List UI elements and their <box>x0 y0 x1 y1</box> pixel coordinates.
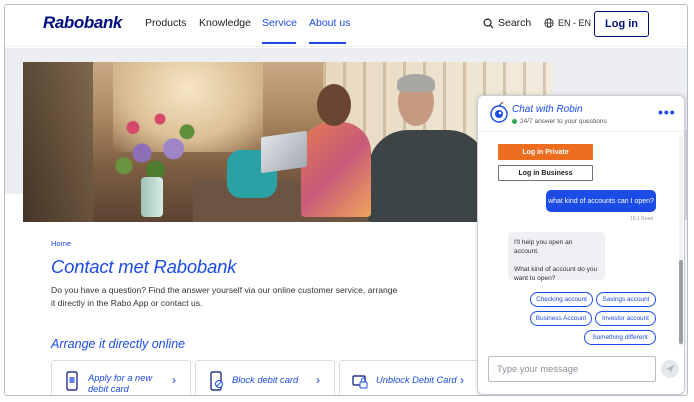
chat-status: 24/7 answer to your questions <box>512 118 607 125</box>
card-unlock-icon <box>352 375 368 389</box>
chat-status-text: 24/7 answer to your questions <box>520 118 607 125</box>
section-title: Arrange it directly online <box>51 337 186 351</box>
login-button[interactable]: Log in <box>594 11 649 37</box>
nav-service-underline <box>262 42 296 44</box>
globe-icon <box>544 18 554 28</box>
chat-title: Chat with Robin <box>512 104 583 115</box>
send-icon <box>666 365 674 373</box>
nav-knowledge[interactable]: Knowledge <box>199 17 251 29</box>
card-unblock-label: Unblock Debit Card <box>376 375 457 385</box>
nav-about-us[interactable]: About us <box>309 17 350 29</box>
card-block-label: Block debit card <box>232 375 299 385</box>
nav-service[interactable]: Service <box>262 17 297 29</box>
page-intro: Do you have a question? Find the answer … <box>51 285 398 308</box>
search-label: Search <box>498 17 532 29</box>
nav-about-underline <box>309 42 346 44</box>
language-label: EN - EN <box>558 18 592 28</box>
chevron-right-icon: › <box>460 373 464 387</box>
language-selector[interactable]: EN - EN <box>544 18 591 28</box>
option-business-account[interactable]: Business Account <box>530 311 592 326</box>
chevron-right-icon: › <box>172 373 176 387</box>
bot-message-line: I'll help you open an account. <box>514 239 573 255</box>
option-savings-account[interactable]: Savings account <box>596 292 656 307</box>
option-investor-account[interactable]: Investor account <box>595 311 656 326</box>
robin-avatar-icon <box>490 102 508 123</box>
card-apply-label: Apply for a new debit card <box>88 373 153 394</box>
rabobank-logo[interactable]: Rabobank <box>43 13 122 33</box>
online-dot-icon <box>512 119 517 124</box>
phone-card-icon <box>66 371 78 391</box>
phone-block-icon <box>210 371 223 391</box>
chat-scrollbar-thumb[interactable] <box>679 260 683 344</box>
login-business-button[interactable]: Log in Business <box>498 165 593 181</box>
card-unblock-debit[interactable]: Unblock Debit Card › <box>339 360 479 395</box>
chat-message-input[interactable]: Type your message <box>488 356 656 382</box>
chat-widget: Chat with Robin 24/7 answer to your ques… <box>477 95 685 395</box>
bot-message: I'll help you open an account. What kind… <box>508 232 605 282</box>
site-header: Rabobank Products Knowledge Service Abou… <box>5 5 687 47</box>
send-button[interactable] <box>661 360 679 378</box>
chat-header: Chat with Robin 24/7 answer to your ques… <box>478 96 684 132</box>
hero-image <box>23 62 553 222</box>
login-private-button[interactable]: Log in Private <box>498 144 593 160</box>
option-something-different[interactable]: Something different <box>584 330 656 345</box>
card-block-debit[interactable]: Block debit card › <box>195 360 335 395</box>
more-options-icon[interactable]: ••• <box>658 104 676 120</box>
page-title: Contact met Rabobank <box>51 256 237 277</box>
breadcrumb-home[interactable]: Home <box>51 239 71 248</box>
read-receipt: 10:1 Read <box>630 216 654 222</box>
nav-products[interactable]: Products <box>145 17 186 29</box>
search-button[interactable]: Search <box>483 17 531 29</box>
browser-viewport: Rabobank Products Knowledge Service Abou… <box>4 4 688 396</box>
search-icon <box>483 18 494 29</box>
user-message: what kind of accounts can I open? <box>546 190 656 212</box>
bot-message-line: What kind of account do you want to open… <box>514 266 598 282</box>
card-apply-debit[interactable]: Apply for a new debit card › <box>51 360 191 395</box>
chevron-right-icon: › <box>316 373 320 387</box>
option-checking-account[interactable]: Checking account <box>530 292 593 307</box>
chat-scrollbar[interactable] <box>679 136 683 346</box>
